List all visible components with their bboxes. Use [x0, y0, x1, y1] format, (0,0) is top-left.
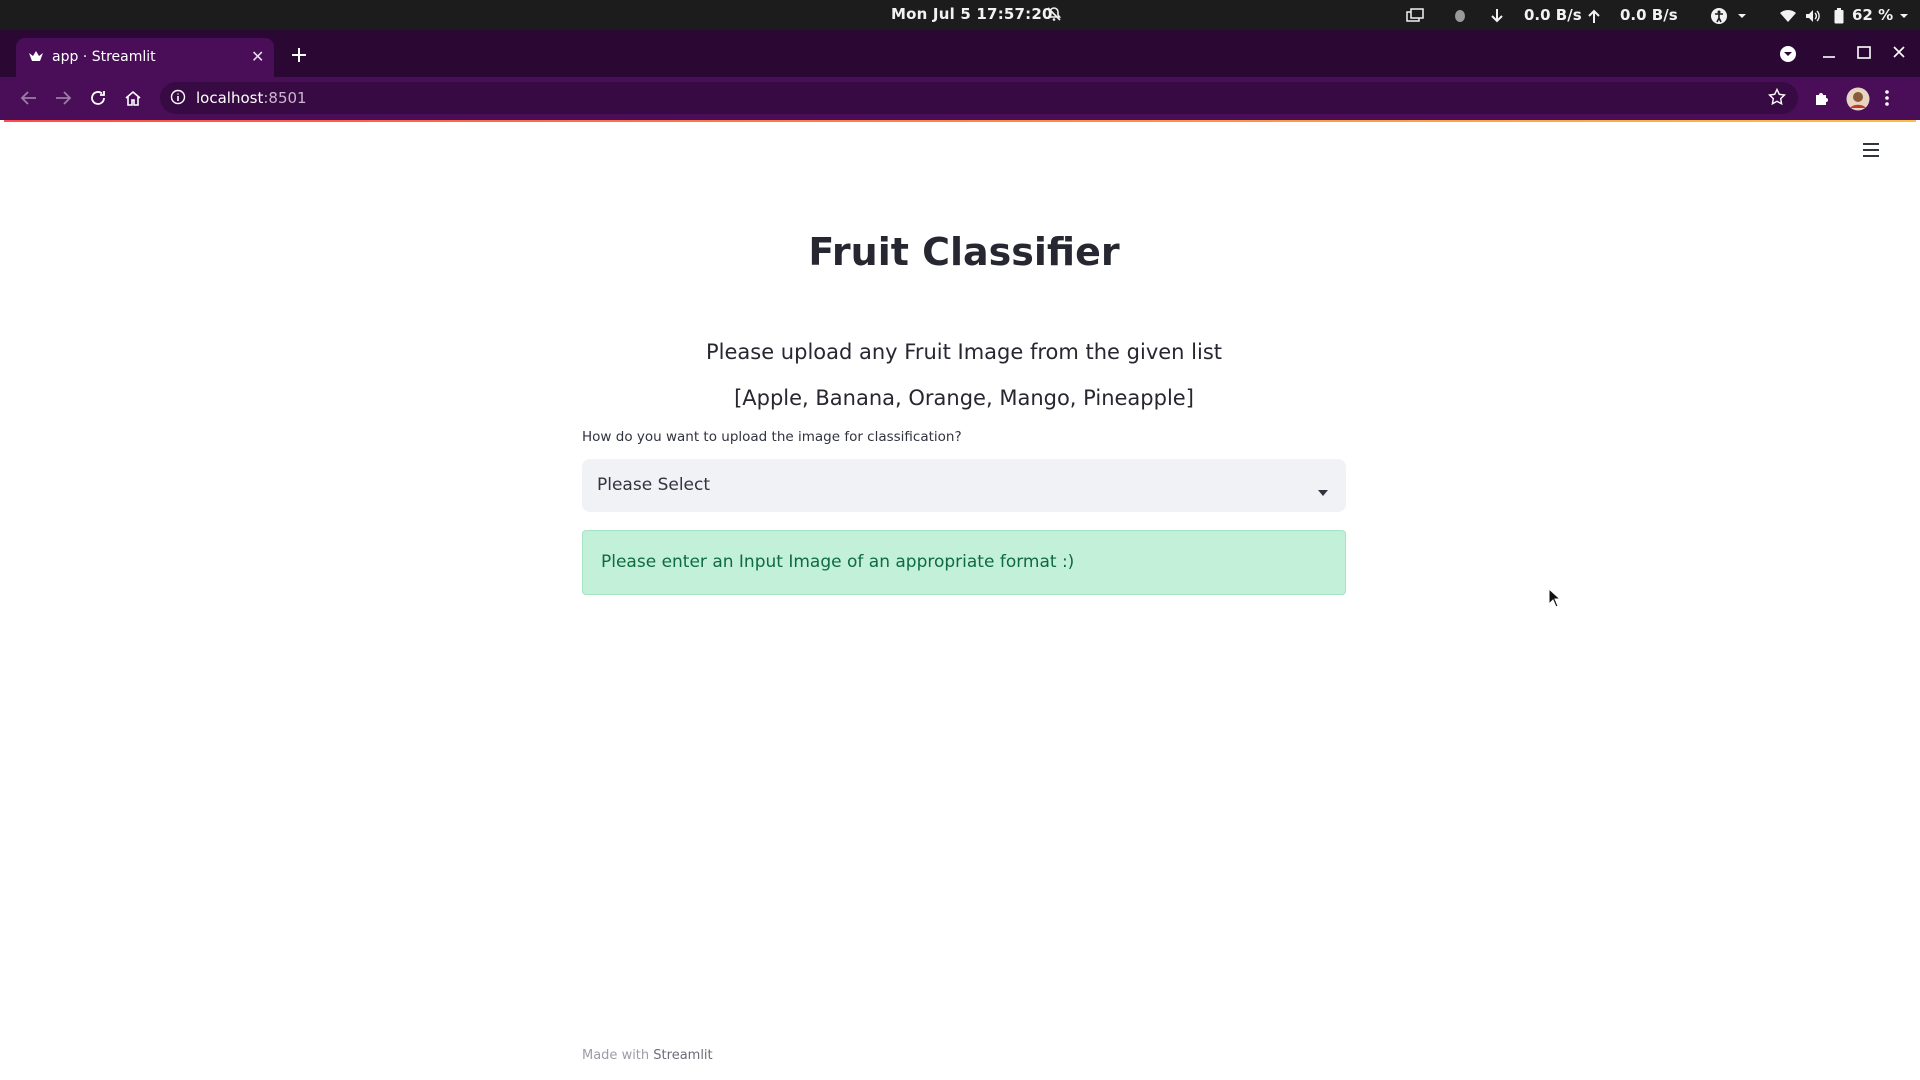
chevron-down-icon[interactable] — [1736, 5, 1748, 27]
upload-instruction: Please upload any Fruit Image from the g… — [705, 340, 1222, 364]
browser-toolbar: localhost:8501 — [0, 77, 1920, 120]
back-arrow-icon[interactable] — [20, 89, 38, 111]
tab-search-icon[interactable] — [1779, 44, 1797, 66]
extensions-puzzle-icon[interactable] — [1813, 89, 1831, 111]
alert-message: Please enter an Input Image of an approp… — [601, 552, 1075, 572]
url-port: :8501 — [263, 89, 307, 107]
maximize-window-icon[interactable] — [1856, 44, 1872, 66]
select-label: How do you want to upload the image for … — [582, 429, 962, 445]
url-host: localhost — [196, 89, 264, 107]
download-arrow-icon — [1491, 5, 1503, 27]
system-clock[interactable]: Mon Jul 5 17:57:20 — [891, 5, 1053, 23]
address-url[interactable]: localhost:8501 — [196, 89, 307, 107]
streamlit-favicon-icon — [28, 50, 44, 68]
footer-prefix: Made with — [582, 1048, 654, 1063]
home-icon[interactable] — [124, 89, 142, 111]
system-menu-chevron-icon[interactable] — [1898, 5, 1910, 27]
close-tab-icon[interactable]: ✕ — [251, 47, 264, 66]
upload-method-select[interactable]: Please Select — [582, 459, 1346, 512]
battery-percentage: 62 % — [1852, 6, 1894, 24]
battery-icon[interactable] — [1834, 5, 1844, 27]
net-up-speed: 0.0 B/s — [1620, 6, 1678, 24]
wifi-icon[interactable] — [1779, 5, 1797, 27]
mouse-cursor-icon — [1548, 587, 1562, 612]
profile-avatar[interactable] — [1846, 87, 1870, 115]
minimize-window-icon[interactable] — [1821, 44, 1837, 66]
screen-share-icon[interactable] — [1406, 5, 1424, 27]
page-title: Fruit Classifier — [808, 230, 1120, 274]
footer-streamlit-link[interactable]: Streamlit — [653, 1048, 712, 1063]
accessibility-icon[interactable] — [1710, 5, 1728, 27]
system-top-bar: Mon Jul 5 17:57:20 0.0 B/s 0.0 B/s 62 % — [0, 0, 1920, 30]
fruit-list: [Apple, Banana, Orange, Mango, Pineapple… — [734, 386, 1194, 410]
forward-arrow-icon[interactable] — [54, 89, 72, 111]
hamburger-menu-icon[interactable] — [1862, 142, 1880, 162]
upload-arrow-icon — [1588, 5, 1600, 27]
select-value: Please Select — [597, 475, 711, 495]
notifications-muted-icon[interactable] — [1046, 6, 1062, 26]
dropdown-caret-icon[interactable] — [1318, 481, 1328, 500]
browser-menu-kebab-icon[interactable] — [1884, 89, 1890, 111]
app-indicator-icon[interactable] — [1453, 5, 1467, 27]
browser-tab-active[interactable]: app · Streamlit ✕ — [16, 38, 274, 77]
reload-icon[interactable] — [89, 89, 107, 111]
volume-icon[interactable] — [1804, 5, 1822, 27]
site-info-icon[interactable] — [170, 89, 186, 109]
address-bar[interactable]: localhost:8501 — [160, 82, 1798, 114]
tab-title: app · Streamlit — [52, 49, 156, 65]
success-alert: Please enter an Input Image of an approp… — [582, 530, 1346, 595]
net-down-speed: 0.0 B/s — [1524, 6, 1582, 24]
footer: Made with Streamlit — [582, 1048, 713, 1063]
new-tab-plus-icon[interactable] — [290, 46, 308, 68]
close-window-icon[interactable] — [1891, 44, 1907, 66]
browser-tab-strip: app · Streamlit ✕ — [0, 30, 1920, 77]
streamlit-app: Fruit Classifier Please upload any Fruit… — [4, 122, 1916, 1076]
bookmark-star-icon[interactable] — [1767, 87, 1787, 110]
